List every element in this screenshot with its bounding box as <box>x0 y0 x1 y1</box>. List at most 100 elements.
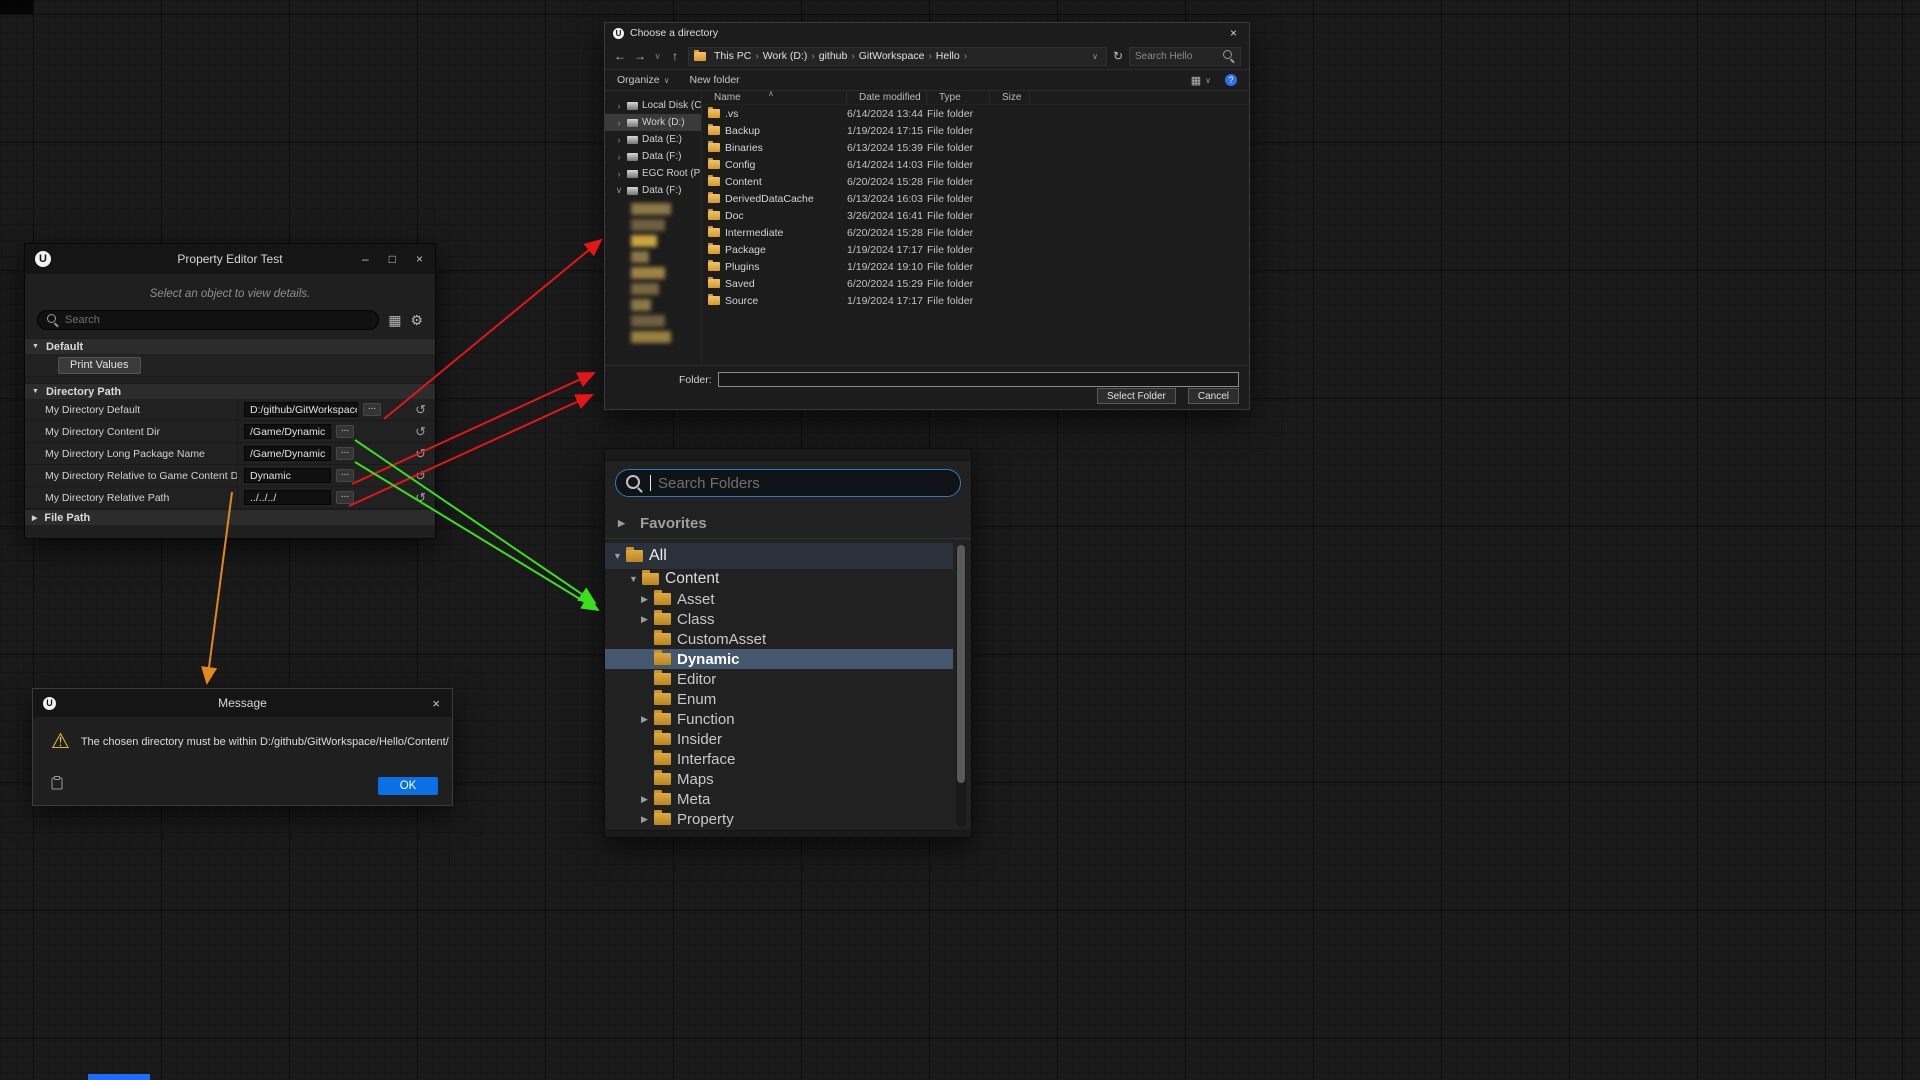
copy-message-button[interactable] <box>51 776 63 795</box>
redacted-folder[interactable] <box>631 235 657 247</box>
sidebar-item-data-f[interactable]: › Data (F:) <box>605 148 701 165</box>
file-row[interactable]: Doc 3/26/2024 16:41 File folder <box>702 207 1249 224</box>
settings-gear-icon[interactable]: ⚙ <box>410 313 423 327</box>
tree-item-function[interactable]: ▶ Function <box>605 709 953 729</box>
file-row[interactable]: Backup 1/19/2024 17:15 File folder <box>702 122 1249 139</box>
file-row[interactable]: Saved 6/20/2024 15:29 File folder <box>702 275 1249 292</box>
breadcrumb-dropdown-icon[interactable]: ∨ <box>1089 52 1101 61</box>
collapse-arrow-icon[interactable]: ▼ <box>32 388 39 395</box>
search-bar[interactable] <box>37 310 379 330</box>
breadcrumb[interactable]: This PC › Work (D:) › github › GitWorksp… <box>688 47 1107 66</box>
section-header-directory-path[interactable]: ▼ Directory Path <box>25 383 435 399</box>
tree-root-all[interactable]: ▼ All <box>605 543 953 569</box>
reset-to-default-icon[interactable]: ↺ <box>415 447 426 460</box>
print-values-button[interactable]: Print Values <box>58 357 141 374</box>
dialog-titlebar[interactable]: U Choose a directory × <box>605 23 1249 43</box>
select-folder-button[interactable]: Select Folder <box>1097 388 1176 404</box>
column-header-type[interactable]: Type <box>927 91 990 104</box>
sidebar-item-local-disk-c[interactable]: › Local Disk (C:) <box>605 97 701 114</box>
favorites-section[interactable]: ▶ Favorites <box>605 511 971 535</box>
sidebar-item-data-f-expanded[interactable]: ∨ Data (F:) <box>605 182 701 199</box>
browse-ellipsis-button[interactable]: ... <box>336 469 354 482</box>
scrollbar-thumb[interactable] <box>957 545 965 783</box>
column-header-name[interactable]: Name <box>702 91 847 104</box>
close-icon[interactable]: × <box>416 252 423 266</box>
reset-to-default-icon[interactable]: ↺ <box>415 491 426 504</box>
redacted-folder[interactable] <box>631 219 665 231</box>
tree-item-meta[interactable]: ▶ Meta <box>605 789 953 809</box>
file-row[interactable]: Intermediate 6/20/2024 15:28 File folder <box>702 224 1249 241</box>
file-row[interactable]: Plugins 1/19/2024 19:10 File folder <box>702 258 1249 275</box>
recent-locations-icon[interactable]: ∨ <box>653 51 662 62</box>
redacted-folder[interactable] <box>631 203 671 215</box>
collapse-arrow-icon[interactable]: ▼ <box>629 574 642 584</box>
help-button[interactable]: ? <box>1225 74 1237 86</box>
organize-menu[interactable]: Organize ∨ <box>617 74 669 86</box>
chevron-down-icon[interactable]: ∨ <box>615 185 623 196</box>
expand-arrow-icon[interactable]: ▶ <box>641 714 654 725</box>
section-header-default[interactable]: ▼ Default <box>25 338 435 354</box>
tree-item-interface[interactable]: Interface <box>605 749 953 769</box>
back-button[interactable]: ← <box>613 49 627 63</box>
collapse-arrow-icon[interactable]: ▼ <box>613 551 626 561</box>
ok-button[interactable]: OK <box>378 777 438 795</box>
display-filter-icon[interactable]: ▦ <box>388 313 401 327</box>
breadcrumb-item[interactable]: github <box>816 50 851 62</box>
redacted-folder[interactable] <box>631 267 665 279</box>
tree-item-dynamic[interactable]: Dynamic <box>605 649 953 669</box>
explorer-search-input[interactable] <box>1135 51 1219 62</box>
maximize-icon[interactable]: □ <box>389 252 396 266</box>
minimize-icon[interactable]: – <box>362 252 369 266</box>
close-icon[interactable]: × <box>1226 26 1241 40</box>
file-row[interactable]: Content 6/20/2024 15:28 File folder <box>702 173 1249 190</box>
browse-ellipsis-button[interactable]: ... <box>336 491 354 504</box>
redacted-folder[interactable] <box>631 299 651 311</box>
folder-path-input[interactable] <box>718 372 1239 387</box>
breadcrumb-item[interactable]: Work (D:) <box>760 50 811 62</box>
chevron-right-icon[interactable]: › <box>615 152 623 162</box>
expand-arrow-icon[interactable]: ▶ <box>32 514 37 522</box>
browse-ellipsis-button[interactable]: ... <box>336 447 354 460</box>
expand-arrow-icon[interactable]: ▶ <box>618 518 631 529</box>
new-folder-button[interactable]: New folder <box>689 74 739 86</box>
tree-item-insider[interactable]: Insider <box>605 729 953 749</box>
reset-to-default-icon[interactable]: ↺ <box>415 469 426 482</box>
tree-item-asset[interactable]: ▶ Asset <box>605 589 953 609</box>
property-value-input[interactable]: /Game/Dynamic <box>244 446 331 461</box>
tree-item-customasset[interactable]: CustomAsset <box>605 629 953 649</box>
refresh-icon[interactable]: ↻ <box>1113 49 1123 63</box>
property-value-input[interactable]: ../../../ <box>244 490 331 505</box>
section-header-file-path[interactable]: ▶ File Path <box>25 509 435 525</box>
folder-search-box[interactable] <box>615 469 961 497</box>
tree-item-editor[interactable]: Editor <box>605 669 953 689</box>
view-options-button[interactable]: ▦ ∨ <box>1191 74 1211 87</box>
property-search-input[interactable] <box>65 314 369 326</box>
browse-ellipsis-button[interactable]: ... <box>336 425 354 438</box>
chevron-right-icon[interactable]: › <box>615 118 623 128</box>
scrollbar[interactable] <box>956 545 966 827</box>
expand-arrow-icon[interactable]: ▶ <box>641 614 654 625</box>
collapse-arrow-icon[interactable]: ▼ <box>32 343 39 350</box>
breadcrumb-item[interactable]: GitWorkspace <box>856 50 928 62</box>
tree-item-property[interactable]: ▶ Property <box>605 809 953 829</box>
tree-item-class[interactable]: ▶ Class <box>605 609 953 629</box>
redacted-folder[interactable] <box>631 283 659 295</box>
expand-arrow-icon[interactable]: ▶ <box>641 814 654 825</box>
expand-arrow-icon[interactable]: ▶ <box>641 794 654 805</box>
expand-arrow-icon[interactable]: ▶ <box>641 594 654 605</box>
sidebar-item-work-d[interactable]: › Work (D:) <box>605 114 701 131</box>
window-titlebar[interactable]: U Property Editor Test – □ × <box>25 244 435 274</box>
dialog-titlebar[interactable]: U Message × <box>33 689 452 717</box>
file-row[interactable]: Package 1/19/2024 17:17 File folder <box>702 241 1249 258</box>
forward-button[interactable]: → <box>633 49 647 63</box>
tree-item-enum[interactable]: Enum <box>605 689 953 709</box>
tree-item-maps[interactable]: Maps <box>605 769 953 789</box>
file-row[interactable]: Source 1/19/2024 17:17 File folder <box>702 292 1249 309</box>
file-row[interactable]: DerivedDataCache 6/13/2024 16:03 File fo… <box>702 190 1249 207</box>
property-value-input[interactable]: D:/github/GitWorkspace <box>244 402 358 417</box>
breadcrumb-item[interactable]: Hello <box>933 50 963 62</box>
sidebar-item-egc-root-p[interactable]: › EGC Root (P:) <box>605 165 701 182</box>
up-button[interactable]: ↑ <box>668 49 682 63</box>
explorer-search-box[interactable] <box>1129 47 1241 66</box>
redacted-folder[interactable] <box>631 331 671 343</box>
